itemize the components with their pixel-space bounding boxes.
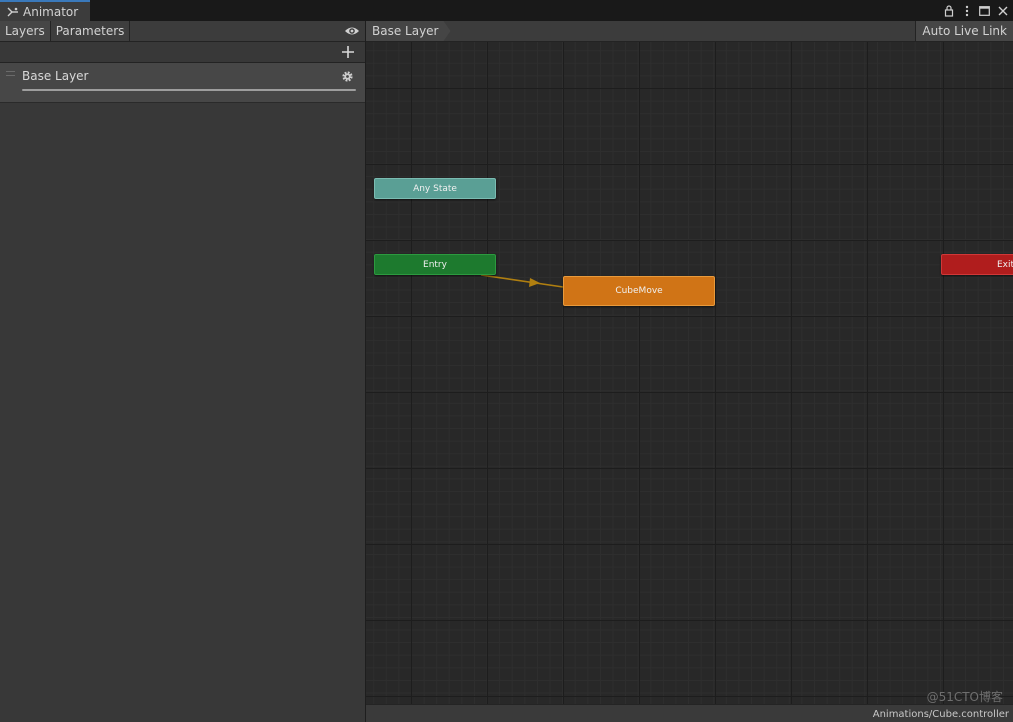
drag-handle-icon[interactable] (6, 71, 15, 76)
add-layer-button[interactable] (341, 45, 355, 59)
state-machine-graph[interactable]: Base Layer Auto Live Link Any State Entr… (366, 21, 1013, 722)
transition-arrow[interactable] (366, 21, 1013, 722)
graph-toolbar: Base Layer Auto Live Link (366, 21, 1013, 42)
tab-layers[interactable]: Layers (0, 21, 51, 41)
status-bar: @51CTO博客 Animations/Cube.controller (366, 690, 1013, 722)
window-titlebar: Animator (0, 0, 1013, 21)
window-controls (942, 2, 1009, 19)
state-node-entry[interactable]: Entry (374, 254, 496, 275)
more-options-icon[interactable] (960, 4, 973, 18)
animator-icon (7, 7, 18, 16)
close-icon[interactable] (996, 4, 1009, 18)
state-node-any-state[interactable]: Any State (374, 178, 496, 199)
maximize-icon[interactable] (978, 4, 991, 18)
watermark: @51CTO博客 (926, 690, 1003, 704)
breadcrumb[interactable]: Base Layer (366, 21, 451, 41)
state-node-exit[interactable]: Exit (941, 254, 1013, 275)
tab-parameters[interactable]: Parameters (50, 21, 131, 41)
gear-icon[interactable] (341, 70, 354, 83)
window-tab-title: Animator (23, 4, 79, 19)
layer-weight-slider[interactable] (22, 89, 356, 91)
layer-item-base[interactable]: Base Layer (0, 63, 365, 103)
animator-window-tab[interactable]: Animator (0, 0, 90, 21)
layers-panel: Layers Parameters Base Layer (0, 21, 366, 722)
layers-toolbar (0, 42, 365, 63)
state-node-cubemove[interactable]: CubeMove (563, 276, 715, 306)
panel-tabs: Layers Parameters (0, 21, 365, 42)
lock-icon[interactable] (942, 4, 955, 18)
layer-name: Base Layer (22, 69, 89, 83)
asset-path: Animations/Cube.controller (872, 709, 1009, 720)
eye-icon[interactable] (344, 24, 360, 38)
auto-live-link-button[interactable]: Auto Live Link (915, 21, 1013, 41)
